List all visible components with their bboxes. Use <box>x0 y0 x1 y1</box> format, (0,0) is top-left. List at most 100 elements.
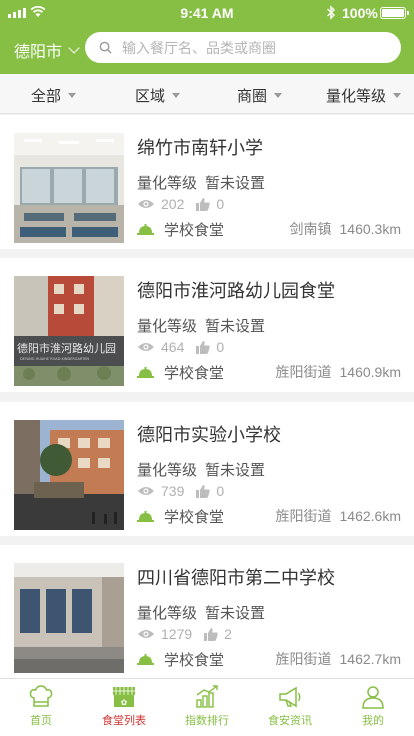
bluetooth-icon <box>327 5 336 20</box>
search-bar[interactable] <box>85 32 401 63</box>
sign-text-cn: 德阳市淮河路幼儿园 <box>17 341 116 355</box>
battery-icon <box>380 7 409 19</box>
storefront-icon: ✿ <box>113 687 135 707</box>
like-count: 0 <box>216 339 225 355</box>
distance: 1462.7km <box>339 651 401 667</box>
restaurant-photo: 德阳市淮河路幼儿园 DEYANG HUAIHE ROAD KINDERGARTE… <box>14 276 124 386</box>
view-count: 464 <box>161 339 185 355</box>
eye-icon <box>138 487 154 495</box>
restaurant-card[interactable]: 德阳市实验小学校 量化等级 暂未设置 739 0 学校食堂 旌阳街道 1462.6k… <box>0 402 414 536</box>
stats-row: 739 0 <box>137 483 224 499</box>
distance: 1460.3km <box>339 221 401 237</box>
filter-grade[interactable]: 量化等级 <box>326 85 402 106</box>
category-row: 学校食堂 旌阳街道 1462.7km <box>137 649 401 669</box>
area: 旌阳街道 <box>275 651 332 667</box>
category: 学校食堂 <box>164 221 225 239</box>
tab-home[interactable]: 首页 <box>0 679 82 736</box>
bottom-tab-bar: 首页 ✿ 食堂列表 指数排行 食安资讯 我的 <box>0 678 414 736</box>
category: 学校食堂 <box>164 651 225 669</box>
grade-row: 量化等级 暂未设置 <box>137 459 265 480</box>
thumbs-up-icon[interactable] <box>204 627 218 641</box>
tab-label: 食堂列表 <box>102 715 146 727</box>
category: 学校食堂 <box>164 364 225 382</box>
eye-icon <box>138 200 154 208</box>
caret-down-icon <box>172 93 181 98</box>
view-count: 739 <box>161 483 185 499</box>
thumbs-up-icon[interactable] <box>196 340 211 354</box>
filter-label: 区域 <box>135 88 166 105</box>
like-count: 0 <box>216 196 225 212</box>
caret-down-icon <box>274 93 283 98</box>
caret-down-icon <box>393 93 402 98</box>
grade-row: 量化等级 暂未设置 <box>137 172 265 193</box>
serving-dish-icon <box>137 653 154 665</box>
thumbs-up-icon[interactable] <box>196 484 211 498</box>
search-icon <box>99 41 112 54</box>
grade-label: 量化等级 <box>137 175 198 192</box>
restaurant-name: 德阳市实验小学校 <box>137 425 281 445</box>
filter-area[interactable]: 区域 <box>135 85 181 106</box>
grade-label: 量化等级 <box>137 462 198 479</box>
grade-label: 量化等级 <box>137 605 198 622</box>
category-row: 学校食堂 旌阳街道 1462.6km <box>137 506 401 526</box>
serving-dish-icon <box>137 510 154 522</box>
grade-value: 暂未设置 <box>205 318 266 335</box>
like-count: 2 <box>224 626 232 642</box>
location-info: 旌阳街道 1462.7km <box>276 649 401 669</box>
app-header: 9:41 AM 100% 德阳市 <box>0 0 414 74</box>
category: 学校食堂 <box>164 508 225 526</box>
tab-canteen-list[interactable]: ✿ 食堂列表 <box>83 679 165 736</box>
restaurant-card[interactable]: 绵竹市南轩小学 量化等级 暂未设置 202 0 学校食堂 剑南镇 1460.3km <box>0 115 414 249</box>
like-count: 0 <box>216 483 225 499</box>
tab-label: 首页 <box>30 715 52 727</box>
filter-all[interactable]: 全部 <box>31 85 77 106</box>
area: 旌阳街道 <box>275 364 332 380</box>
grade-value: 暂未设置 <box>205 462 266 479</box>
grade-value: 暂未设置 <box>205 175 266 192</box>
filter-label: 量化等级 <box>326 88 387 105</box>
grade-row: 量化等级 暂未设置 <box>137 315 265 336</box>
search-input[interactable] <box>122 39 382 56</box>
restaurant-name: 绵竹市南轩小学 <box>137 138 263 158</box>
area: 旌阳街道 <box>275 508 332 524</box>
distance: 1460.9km <box>339 364 401 380</box>
location-info: 旌阳街道 1460.9km <box>276 362 401 382</box>
restaurant-photo <box>14 420 124 530</box>
location-info: 旌阳街道 1462.6km <box>276 506 401 526</box>
distance: 1462.6km <box>339 508 401 524</box>
area: 剑南镇 <box>289 221 332 237</box>
restaurant-card[interactable]: 四川省德阳市第二中学校 量化等级 暂未设置 1279 2 学校食堂 旌阳街道 146… <box>0 545 414 678</box>
location-info: 剑南镇 1460.3km <box>290 219 401 239</box>
eye-icon <box>138 630 154 638</box>
thumbs-up-icon[interactable] <box>196 197 211 211</box>
caret-down-icon <box>68 93 77 98</box>
restaurant-photo <box>14 133 124 243</box>
filter-bar: 全部 区域 商圈 量化等级 <box>0 74 414 114</box>
eye-icon <box>138 343 154 351</box>
tab-label: 我的 <box>362 715 384 727</box>
tab-index-ranking[interactable]: 指数排行 <box>166 679 248 736</box>
filter-label: 商圈 <box>237 88 268 105</box>
filter-business-district[interactable]: 商圈 <box>237 85 283 106</box>
tab-label: 指数排行 <box>185 715 229 727</box>
sign-text-en: DEYANG HUAIHE ROAD KINDERGARTEN <box>20 357 89 361</box>
serving-dish-icon <box>137 366 154 378</box>
status-bar: 9:41 AM 100% <box>0 0 414 26</box>
grade-label: 量化等级 <box>137 318 198 335</box>
city-selector[interactable]: 德阳市 <box>14 38 80 62</box>
city-label: 德阳市 <box>14 44 63 61</box>
bar-chart-icon <box>196 685 218 708</box>
restaurant-list[interactable]: 绵竹市南轩小学 量化等级 暂未设置 202 0 学校食堂 剑南镇 1460.3km … <box>0 115 414 678</box>
svg-text:✿: ✿ <box>121 698 128 707</box>
serving-dish-icon <box>137 223 154 235</box>
view-count: 202 <box>161 196 185 212</box>
tab-food-safety-news[interactable]: 食安资讯 <box>249 679 331 736</box>
stats-row: 464 0 <box>137 339 224 355</box>
stats-row: 1279 2 <box>137 626 232 642</box>
grade-row: 量化等级 暂未设置 <box>137 602 265 623</box>
view-count: 1279 <box>161 626 193 642</box>
chef-hat-icon <box>29 685 53 707</box>
restaurant-card[interactable]: 德阳市淮河路幼儿园 DEYANG HUAIHE ROAD KINDERGARTE… <box>0 258 414 392</box>
tab-profile[interactable]: 我的 <box>332 679 414 736</box>
battery-percent: 100% <box>342 5 378 21</box>
